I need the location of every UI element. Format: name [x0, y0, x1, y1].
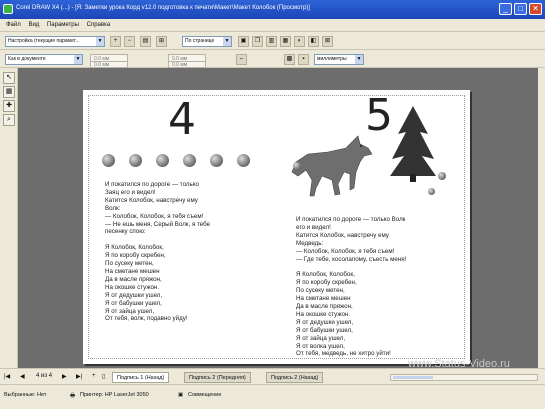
- tab-signature-2-back[interactable]: Подпись 2 (Назад): [266, 372, 324, 383]
- page-number-left: 4: [168, 94, 196, 145]
- position-select[interactable]: Как в документе ▼: [5, 54, 83, 65]
- chevron-down-icon: ▼: [223, 37, 231, 46]
- registration-icon: ▣: [178, 392, 184, 398]
- chevron-down-icon: ▼: [74, 55, 82, 64]
- save-icon[interactable]: ▪: [298, 54, 309, 65]
- minimize-button[interactable]: _: [499, 3, 512, 15]
- page-counter: 4 из 4: [36, 373, 53, 379]
- poem-text-left: И покатился по дороге — только Заяц его …: [105, 181, 211, 323]
- menu-view[interactable]: Вид: [28, 19, 39, 32]
- kolobok-ball: [156, 154, 169, 167]
- kolobok-ball: [102, 154, 115, 167]
- menu-file[interactable]: Файл: [6, 19, 21, 32]
- window-title: Corel DRAW X4 (...) - [Я: Заметки урока …: [16, 5, 310, 11]
- lock-ratio-icon[interactable]: ⇔: [236, 54, 247, 65]
- status-printer: Принтер: HP LaserJet 3050: [80, 392, 149, 398]
- horizontal-scrollbar[interactable]: [390, 374, 538, 381]
- poem-text-right: И покатился по дороге — только Волк его …: [296, 216, 407, 358]
- kolobok-ball: [129, 154, 142, 167]
- copy-icon[interactable]: ❐: [252, 36, 263, 47]
- invert-icon[interactable]: ◐: [294, 36, 305, 47]
- close-button[interactable]: ✕: [529, 3, 542, 15]
- page-fit-select-value: По странице: [185, 38, 215, 44]
- property-bar: Как в документе ▼ 0.0 мм 0.0 мм 0.0 мм 0…: [0, 50, 545, 68]
- kolobok-ball: [237, 154, 250, 167]
- tab-signature-2-front[interactable]: Подпись 2 (Передняя): [184, 372, 251, 383]
- kolobok-ball: [183, 154, 196, 167]
- status-bar: Выбранные: Нет 🖶 Принтер: HP LaserJet 30…: [0, 384, 545, 409]
- print-icon[interactable]: ▤: [140, 36, 151, 47]
- remove-preset-icon[interactable]: −: [124, 36, 135, 47]
- fir-tree-illustration: [390, 106, 436, 182]
- menu-help[interactable]: Справка: [87, 19, 111, 32]
- maximize-button[interactable]: □: [514, 3, 527, 15]
- prev-page-icon[interactable]: ◀: [20, 373, 25, 380]
- chevron-down-icon: ▼: [96, 37, 104, 46]
- scrollbar-thumb[interactable]: [393, 376, 433, 379]
- status-selected: Выбранные: Нет: [4, 392, 47, 398]
- mirror-icon[interactable]: ◧: [308, 36, 319, 47]
- toolbox: ↖ ▦ ✚ ⌕: [0, 68, 18, 368]
- tab-signature-1-back[interactable]: Подпись 1 (Назад): [112, 372, 170, 383]
- units-select[interactable]: миллиметры ▼: [314, 54, 364, 65]
- first-page-icon[interactable]: |◀: [4, 373, 10, 380]
- page-tabs-bar: |◀ ◀ 4 из 4 ▶ ▶| + ▯ Подпись 1 (Назад) П…: [0, 368, 545, 384]
- wolf-illustration: [291, 135, 373, 197]
- printer-icon: 🖶: [70, 393, 76, 399]
- chevron-down-icon: ▼: [355, 55, 363, 64]
- close-preview-icon[interactable]: ⊠: [322, 36, 333, 47]
- preset-select-value: Настройка (текущие парамет...: [8, 38, 80, 44]
- add-page-icon[interactable]: +: [92, 373, 96, 379]
- page-icon[interactable]: ▯: [102, 373, 105, 380]
- marks-tool-icon[interactable]: ✚: [3, 100, 15, 112]
- separations-icon[interactable]: ▦: [280, 36, 291, 47]
- full-screen-icon[interactable]: ▣: [238, 36, 249, 47]
- right-edge: [538, 68, 545, 368]
- kolobok-ball: [210, 154, 223, 167]
- position-select-value: Как в документе: [8, 56, 46, 62]
- kolobok-ball-small: [438, 172, 446, 180]
- app-icon: [3, 4, 13, 14]
- print-preview-page: 4 5 И покатился по дороге — только Заяц …: [83, 90, 470, 364]
- kolobok-ball-small: [428, 188, 435, 195]
- pick-tool-icon[interactable]: ↖: [3, 72, 15, 84]
- status-mode: Совмещение: [188, 392, 222, 398]
- menu-bar: Файл Вид Параметры Справка: [0, 19, 545, 32]
- print-style-icon[interactable]: ⊞: [156, 36, 167, 47]
- add-preset-icon[interactable]: +: [110, 36, 121, 47]
- height-field[interactable]: 0.0 мм: [168, 61, 206, 68]
- menu-options[interactable]: Параметры: [47, 19, 79, 32]
- units-select-value: миллиметры: [317, 56, 347, 62]
- kolobok-ball-small: [293, 162, 301, 170]
- main-toolbar: Настройка (текущие парамет... ▼ + − ▤ ⊞ …: [0, 32, 545, 50]
- preset-select[interactable]: Настройка (текущие парамет... ▼: [5, 36, 105, 47]
- layout-icon[interactable]: ▥: [266, 36, 277, 47]
- title-bar: Corel DRAW X4 (...) - [Я: Заметки урока …: [0, 0, 545, 19]
- page-fit-select[interactable]: По странице ▼: [182, 36, 232, 47]
- imposition-tool-icon[interactable]: ▦: [3, 86, 15, 98]
- tile-icon[interactable]: ▩: [284, 54, 295, 65]
- last-page-icon[interactable]: ▶|: [76, 373, 82, 380]
- y-field[interactable]: 0.0 мм: [90, 61, 128, 68]
- zoom-tool-icon[interactable]: ⌕: [3, 114, 15, 126]
- next-page-icon[interactable]: ▶: [62, 373, 67, 380]
